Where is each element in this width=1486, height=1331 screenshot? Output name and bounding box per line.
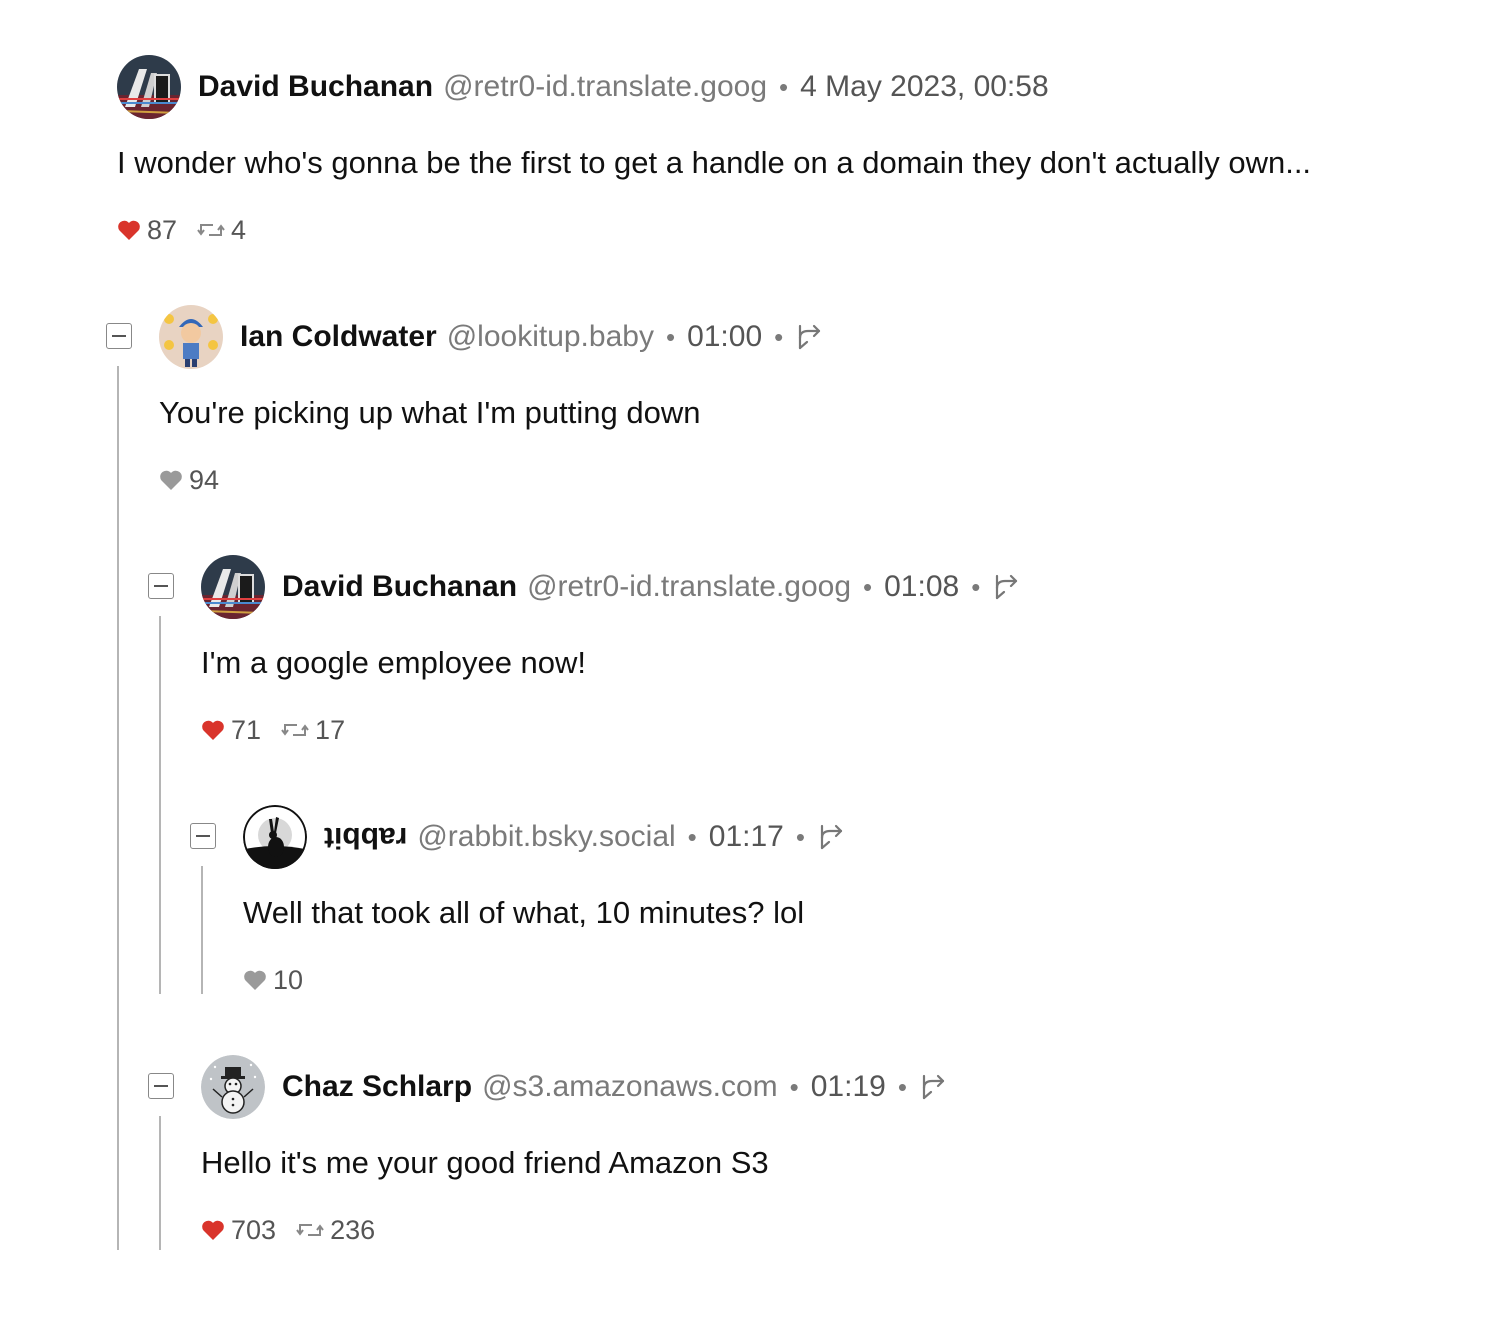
separator-dot: • <box>863 571 873 602</box>
like-button[interactable]: 703 <box>201 1215 276 1246</box>
author-name[interactable]: Ian Coldwater <box>240 320 437 354</box>
reply-button[interactable] <box>992 574 1020 600</box>
author-avatar[interactable] <box>201 555 265 619</box>
author-name[interactable]: David Buchanan <box>198 70 433 104</box>
collapse-thread-button[interactable] <box>148 1073 174 1099</box>
cartoon-character-avatar-icon <box>159 305 223 369</box>
repost-icon <box>197 224 225 236</box>
author-handle[interactable]: @rabbit.bsky.social <box>417 820 675 854</box>
author-handle[interactable]: @retr0-id.translate.goog <box>527 570 851 604</box>
post-text: Hello it's me your good friend Amazon S3 <box>201 1145 769 1180</box>
reply-arrow-icon <box>996 574 1018 600</box>
separator-dot: • <box>795 821 805 852</box>
like-count: 87 <box>147 214 178 245</box>
post-header: David Buchanan @retr0-id.translate.goog … <box>198 67 1049 107</box>
author-handle[interactable]: @lookitup.baby <box>447 320 654 354</box>
author-name[interactable]: rabbit <box>324 820 407 854</box>
post-stats: 87 4 <box>117 213 266 247</box>
like-count: 703 <box>231 1214 277 1245</box>
repost-count: 236 <box>330 1214 376 1245</box>
author-avatar[interactable] <box>117 55 181 119</box>
reply-button[interactable] <box>919 1074 947 1100</box>
author-avatar[interactable] <box>159 305 223 369</box>
retro-computer-avatar-icon <box>117 55 181 119</box>
snowman-avatar-icon <box>201 1055 265 1119</box>
post-stats: 703 236 <box>201 1213 395 1247</box>
repost-button[interactable]: 236 <box>296 1215 375 1246</box>
author-handle[interactable]: @retr0-id.translate.goog <box>443 70 767 104</box>
separator-dot: • <box>774 321 784 352</box>
post-header: Ian Coldwater @lookitup.baby • 01:00 • <box>240 317 823 357</box>
post-header: David Buchanan @retr0-id.translate.goog … <box>282 567 1020 607</box>
like-button[interactable]: 71 <box>201 715 261 746</box>
heart-icon <box>202 720 224 740</box>
collapse-thread-button[interactable] <box>190 823 216 849</box>
repost-count: 4 <box>231 214 247 245</box>
post-timestamp[interactable]: 01:08 <box>884 570 959 604</box>
reply-arrow-icon <box>799 324 821 350</box>
post-text: I wonder who's gonna be the first to get… <box>117 145 1312 180</box>
reply-arrow-icon <box>820 824 843 850</box>
post-timestamp[interactable]: 4 May 2023, 00:58 <box>800 70 1049 104</box>
like-count: 71 <box>231 714 262 745</box>
reply-button[interactable] <box>817 824 845 850</box>
thread-line-level-2a <box>159 616 161 994</box>
post-stats: 10 <box>243 963 323 997</box>
like-button[interactable]: 10 <box>243 965 303 996</box>
repost-icon <box>281 724 309 736</box>
retro-computer-avatar-icon <box>201 555 265 619</box>
thread-line-level-3 <box>201 866 203 994</box>
repost-count: 17 <box>315 714 346 745</box>
author-handle[interactable]: @s3.amazonaws.com <box>482 1070 778 1104</box>
reply-arrow-icon <box>922 1074 945 1100</box>
separator-dot: • <box>897 1071 907 1102</box>
post-text: I'm a google employee now! <box>201 645 587 680</box>
like-button[interactable]: 87 <box>117 215 177 246</box>
like-count: 10 <box>273 964 304 995</box>
repost-icon <box>296 1224 324 1236</box>
post-stats: 94 <box>159 463 239 497</box>
author-name[interactable]: Chaz Schlarp <box>282 1070 472 1104</box>
post-timestamp[interactable]: 01:17 <box>709 820 784 854</box>
separator-dot: • <box>779 71 789 102</box>
collapse-thread-button[interactable] <box>106 323 132 349</box>
thread-line-level-1 <box>117 366 119 1250</box>
post-header: Chaz Schlarp @s3.amazonaws.com • 01:19 • <box>282 1067 947 1107</box>
post-stats: 71 17 <box>201 713 365 747</box>
heart-icon <box>118 220 140 240</box>
rabbit-moon-avatar-icon <box>243 805 307 869</box>
post-text: You're picking up what I'm putting down <box>159 395 701 430</box>
separator-dot: • <box>789 1071 799 1102</box>
post-text: Well that took all of what, 10 minutes? … <box>243 895 805 930</box>
collapse-thread-button[interactable] <box>148 573 174 599</box>
separator-dot: • <box>687 821 697 852</box>
post-timestamp[interactable]: 01:00 <box>687 320 762 354</box>
post-header: rabbit @rabbit.bsky.social • 01:17 • <box>324 817 845 857</box>
like-button[interactable]: 94 <box>159 465 219 496</box>
heart-icon <box>244 970 266 990</box>
heart-icon <box>160 470 182 490</box>
repost-button[interactable]: 17 <box>281 715 345 746</box>
separator-dot: • <box>665 321 676 352</box>
thread-line-level-2b <box>159 1116 161 1250</box>
separator-dot: • <box>971 571 981 602</box>
author-avatar[interactable] <box>201 1055 265 1119</box>
like-count: 94 <box>189 464 220 495</box>
heart-icon <box>202 1220 224 1240</box>
repost-button[interactable]: 4 <box>197 215 246 246</box>
author-avatar[interactable] <box>243 805 307 869</box>
author-name[interactable]: David Buchanan <box>282 570 517 604</box>
post-timestamp[interactable]: 01:19 <box>811 1070 886 1104</box>
reply-button[interactable] <box>795 324 823 350</box>
